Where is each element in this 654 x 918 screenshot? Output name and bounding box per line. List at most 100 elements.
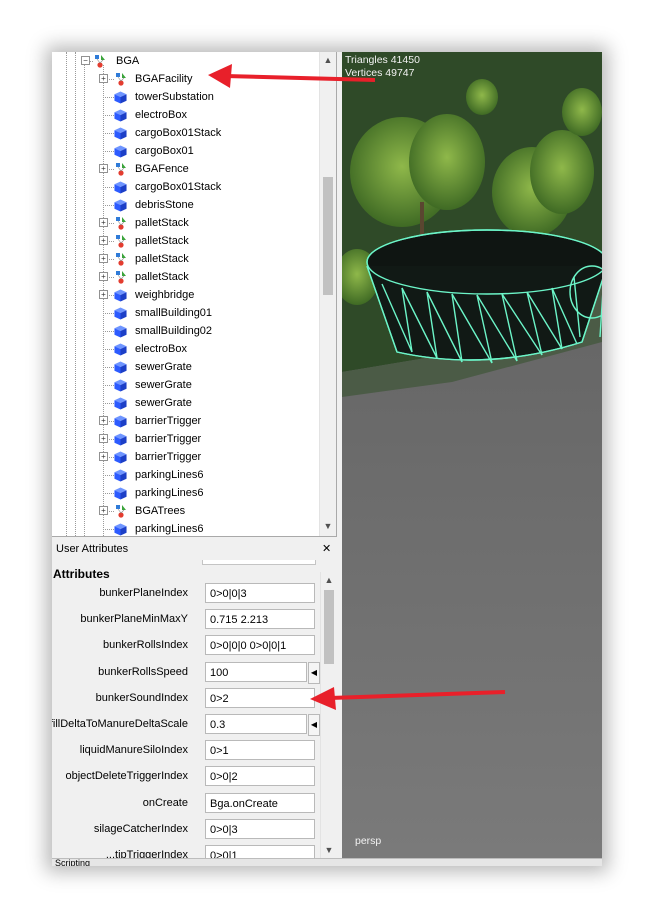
expand-icon[interactable]: + <box>99 164 108 173</box>
outliner-item[interactable]: + BGAFence <box>52 160 317 178</box>
attribute-value-field[interactable]: 0>2 <box>205 688 315 708</box>
attribute-value-field[interactable]: 0>0|3 <box>205 819 315 839</box>
scripting-panel-tab[interactable]: Scripting <box>52 858 602 866</box>
outliner-item[interactable]: towerSubstation <box>52 88 317 106</box>
group-icon <box>116 505 126 518</box>
expand-icon[interactable]: + <box>99 434 108 443</box>
3d-viewport[interactable]: Triangles 41450 Vertices 49747 persp <box>342 52 602 858</box>
tree-connector <box>103 115 114 116</box>
outliner-item[interactable]: parkingLines6 <box>52 466 317 484</box>
outliner-item[interactable]: cargoBox01Stack <box>52 124 317 142</box>
attribute-name: objectDeleteTriggerIndex <box>65 770 189 782</box>
outliner-item-root[interactable]: − BGA <box>52 52 317 70</box>
expand-icon[interactable]: + <box>99 416 108 425</box>
tree-connector <box>103 493 114 494</box>
outliner-item[interactable]: + palletStack <box>52 250 317 268</box>
mesh-cube-icon <box>114 91 127 104</box>
outliner-item[interactable]: parkingLines6 <box>52 520 317 536</box>
spinner-icon[interactable]: ◀ <box>308 662 320 684</box>
expand-icon[interactable]: + <box>99 218 108 227</box>
collapse-icon[interactable]: − <box>81 56 90 65</box>
outliner-item[interactable]: cargoBox01Stack <box>52 178 317 196</box>
outliner-scrollbar[interactable]: ▲ ▼ <box>319 52 336 536</box>
mesh-cube-icon <box>114 379 127 392</box>
outliner-item[interactable]: debrisStone <box>52 196 317 214</box>
close-icon[interactable]: ✕ <box>322 540 331 558</box>
user-attributes-header: User Attributes ✕ <box>52 540 336 559</box>
mesh-cube-icon <box>114 325 127 338</box>
group-icon <box>116 271 126 284</box>
attribute-row: bunkerRollsIndex 0>0|0|0 0>0|0|1 <box>52 635 320 657</box>
attribute-name: bunkerSoundIndex <box>95 692 188 704</box>
outliner-item[interactable]: sewerGrate <box>52 376 317 394</box>
outliner-item-label: barrierTrigger <box>135 415 202 427</box>
scroll-up-icon[interactable]: ▲ <box>320 52 336 68</box>
attr-field-cut-off <box>202 560 316 565</box>
scroll-up-icon[interactable]: ▲ <box>321 572 336 588</box>
outliner-item[interactable]: smallBuilding02 <box>52 322 317 340</box>
outliner-item-label: parkingLines6 <box>135 487 204 499</box>
group-icon <box>116 163 126 176</box>
outliner-item[interactable]: parkingLines6 <box>52 484 317 502</box>
outliner-item[interactable]: + barrierTrigger <box>52 430 317 448</box>
outliner-item[interactable]: sewerGrate <box>52 394 317 412</box>
attribute-value-field[interactable]: 0>0|0|3 <box>205 583 315 603</box>
outliner-item[interactable]: sewerGrate <box>52 358 317 376</box>
scripting-label: Scripting <box>55 858 91 866</box>
attribute-name: silageCatcherIndex <box>93 823 188 835</box>
expand-icon[interactable]: + <box>99 452 108 461</box>
outliner-item[interactable]: + BGATrees <box>52 502 317 520</box>
attribute-name: bunkerRollsIndex <box>103 639 188 651</box>
outliner-item[interactable]: + barrierTrigger <box>52 412 317 430</box>
outliner-item[interactable]: + BGAFacility <box>52 70 317 88</box>
outliner-item[interactable]: cargoBox01 <box>52 142 317 160</box>
attribute-value-field[interactable]: 0>1 <box>205 740 315 760</box>
mesh-cube-icon <box>114 469 127 482</box>
attribute-value-field[interactable]: 0.3 <box>205 714 307 734</box>
tree-connector <box>103 475 114 476</box>
outliner-item[interactable]: + palletStack <box>52 214 317 232</box>
expand-icon[interactable]: + <box>99 506 108 515</box>
outliner-item[interactable]: electroBox <box>52 340 317 358</box>
expand-icon[interactable]: + <box>99 254 108 263</box>
tree-connector <box>103 529 114 530</box>
tree-connector <box>103 205 114 206</box>
attribute-row: bunkerPlaneMinMaxY 0.715 2.213 <box>52 609 320 631</box>
outliner-item[interactable]: + palletStack <box>52 232 317 250</box>
triangles-counter: Triangles 41450 <box>345 54 420 66</box>
scroll-down-icon[interactable]: ▼ <box>321 842 336 858</box>
outliner-item[interactable]: electroBox <box>52 106 317 124</box>
outliner-item[interactable]: + barrierTrigger <box>52 448 317 466</box>
mesh-cube-icon <box>114 487 127 500</box>
wireframe-silo <box>366 229 602 364</box>
outliner-item[interactable]: + weighbridge <box>52 286 317 304</box>
expand-icon[interactable]: + <box>99 74 108 83</box>
attribute-value-field[interactable]: 0>0|2 <box>205 766 315 786</box>
attribute-value-field[interactable]: Bga.onCreate <box>205 793 315 813</box>
mesh-cube-icon <box>114 145 127 158</box>
scroll-down-icon[interactable]: ▼ <box>320 518 336 534</box>
tree-connector <box>103 151 114 152</box>
outliner-item[interactable]: + palletStack <box>52 268 317 286</box>
attributes-scrollbar[interactable]: ▲ ▼ <box>320 572 336 858</box>
outliner-item[interactable]: smallBuilding01 <box>52 304 317 322</box>
outliner-scroll-thumb[interactable] <box>323 177 333 295</box>
attribute-value-field[interactable]: 0>0|1 <box>205 845 315 858</box>
attribute-name: bunkerPlaneMinMaxY <box>80 613 188 625</box>
attribute-value-field[interactable]: 0.715 2.213 <box>205 609 315 629</box>
outliner-item-label: barrierTrigger <box>135 433 202 445</box>
tree-connector <box>103 403 114 404</box>
mesh-cube-icon <box>114 181 127 194</box>
attribute-value-field[interactable]: 0>0|0|0 0>0|0|1 <box>205 635 315 655</box>
mesh-cube-icon <box>114 289 127 302</box>
expand-icon[interactable]: + <box>99 236 108 245</box>
expand-icon[interactable]: + <box>99 272 108 281</box>
attributes-scroll-thumb[interactable] <box>324 590 334 664</box>
attribute-value-field[interactable]: 100 <box>205 662 307 682</box>
outliner-item-label: debrisStone <box>135 199 194 211</box>
spinner-icon[interactable]: ◀ <box>308 714 320 736</box>
tree-connector <box>103 367 114 368</box>
outliner-item-label: palletStack <box>135 271 189 283</box>
camera-label: persp <box>355 835 382 847</box>
expand-icon[interactable]: + <box>99 290 108 299</box>
